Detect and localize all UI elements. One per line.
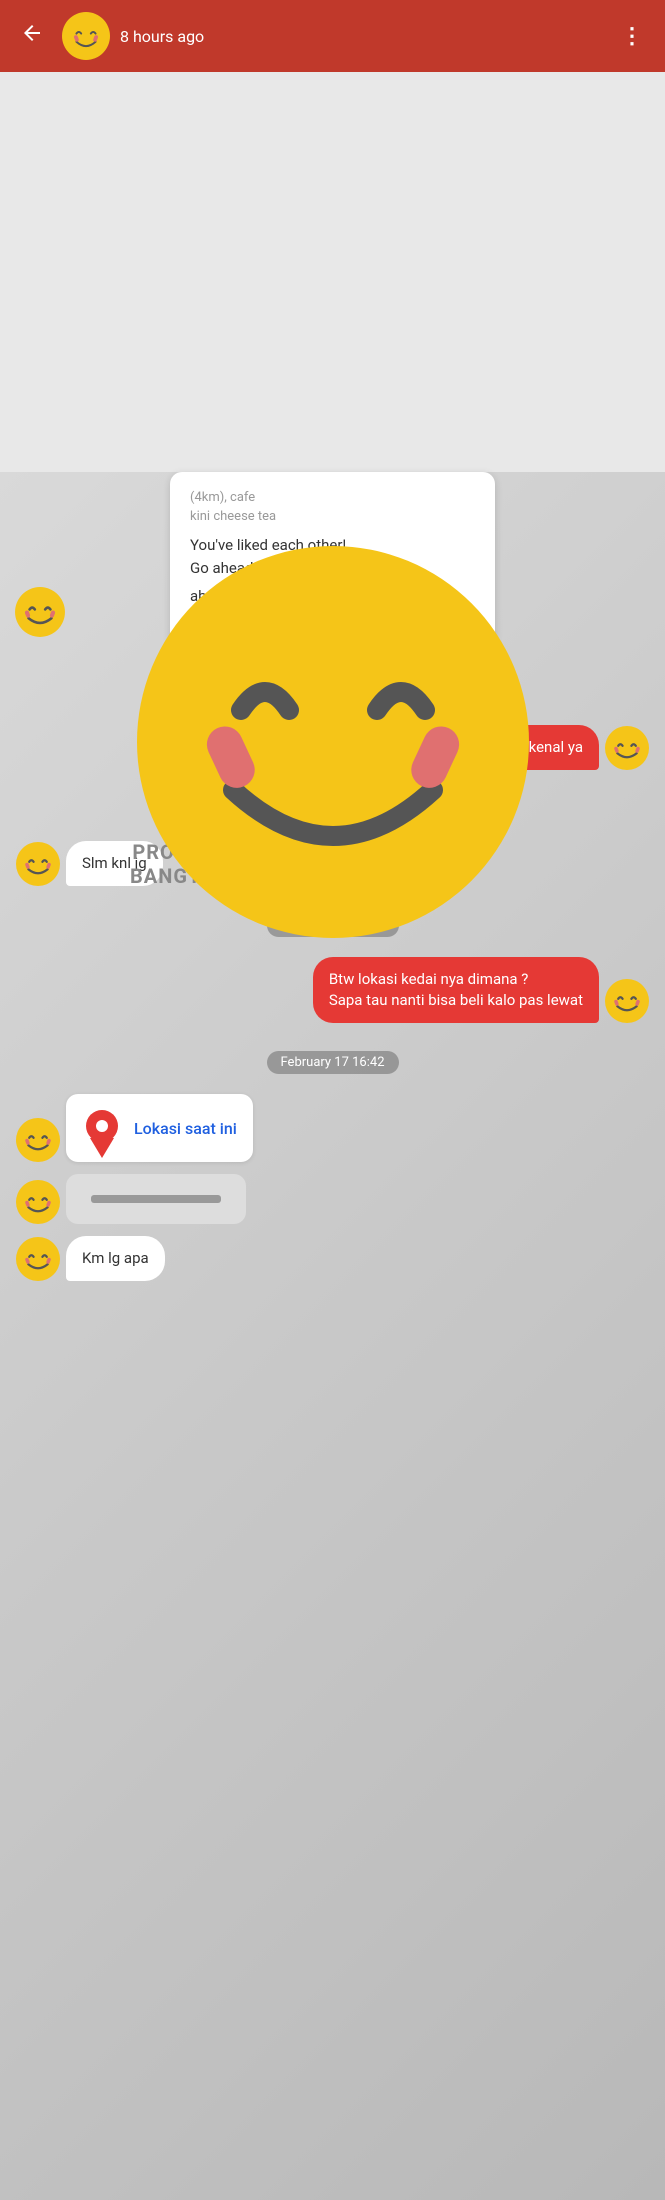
timestamp-feb17-2: February 17 16:42 bbox=[10, 1037, 655, 1084]
location-text: Lokasi saat ini bbox=[134, 1119, 237, 1138]
chat-header: 8 hours ago ⋮ bbox=[0, 0, 665, 72]
smiley-avatar-icon bbox=[62, 12, 110, 60]
message-row-image bbox=[10, 1174, 655, 1224]
location-card[interactable]: Lokasi saat ini bbox=[66, 1094, 253, 1162]
contact-avatar[interactable] bbox=[62, 12, 110, 60]
big-smiley-emoji bbox=[133, 542, 533, 942]
message-row-location: Lokasi saat ini bbox=[10, 1094, 655, 1162]
map-pin-icon bbox=[82, 1108, 122, 1148]
received-smiley-icon-2 bbox=[16, 1118, 60, 1162]
image-message bbox=[66, 1174, 246, 1224]
received-avatar-2 bbox=[16, 1118, 60, 1162]
big-emoji-overlay bbox=[0, 472, 665, 992]
received-avatar-3 bbox=[16, 1180, 60, 1224]
received-avatar-4 bbox=[16, 1237, 60, 1281]
last-active-time: 8 hours ago bbox=[120, 27, 613, 46]
back-button[interactable] bbox=[12, 13, 52, 60]
message-bubble-received-2: Km lg apa bbox=[66, 1236, 165, 1281]
header-info: 8 hours ago bbox=[120, 27, 613, 46]
map-pin-svg bbox=[82, 1108, 122, 1158]
received-smiley-icon-4 bbox=[16, 1237, 60, 1281]
message-row-received-2: Km lg apa bbox=[10, 1236, 655, 1281]
received-smiley-icon-3 bbox=[16, 1180, 60, 1224]
big-smiley-icon bbox=[133, 542, 533, 942]
chat-background: (4km), cafe kini cheese tea You've liked… bbox=[0, 472, 665, 2200]
image-placeholder-bar bbox=[91, 1195, 221, 1203]
more-options-button[interactable]: ⋮ bbox=[613, 16, 653, 57]
